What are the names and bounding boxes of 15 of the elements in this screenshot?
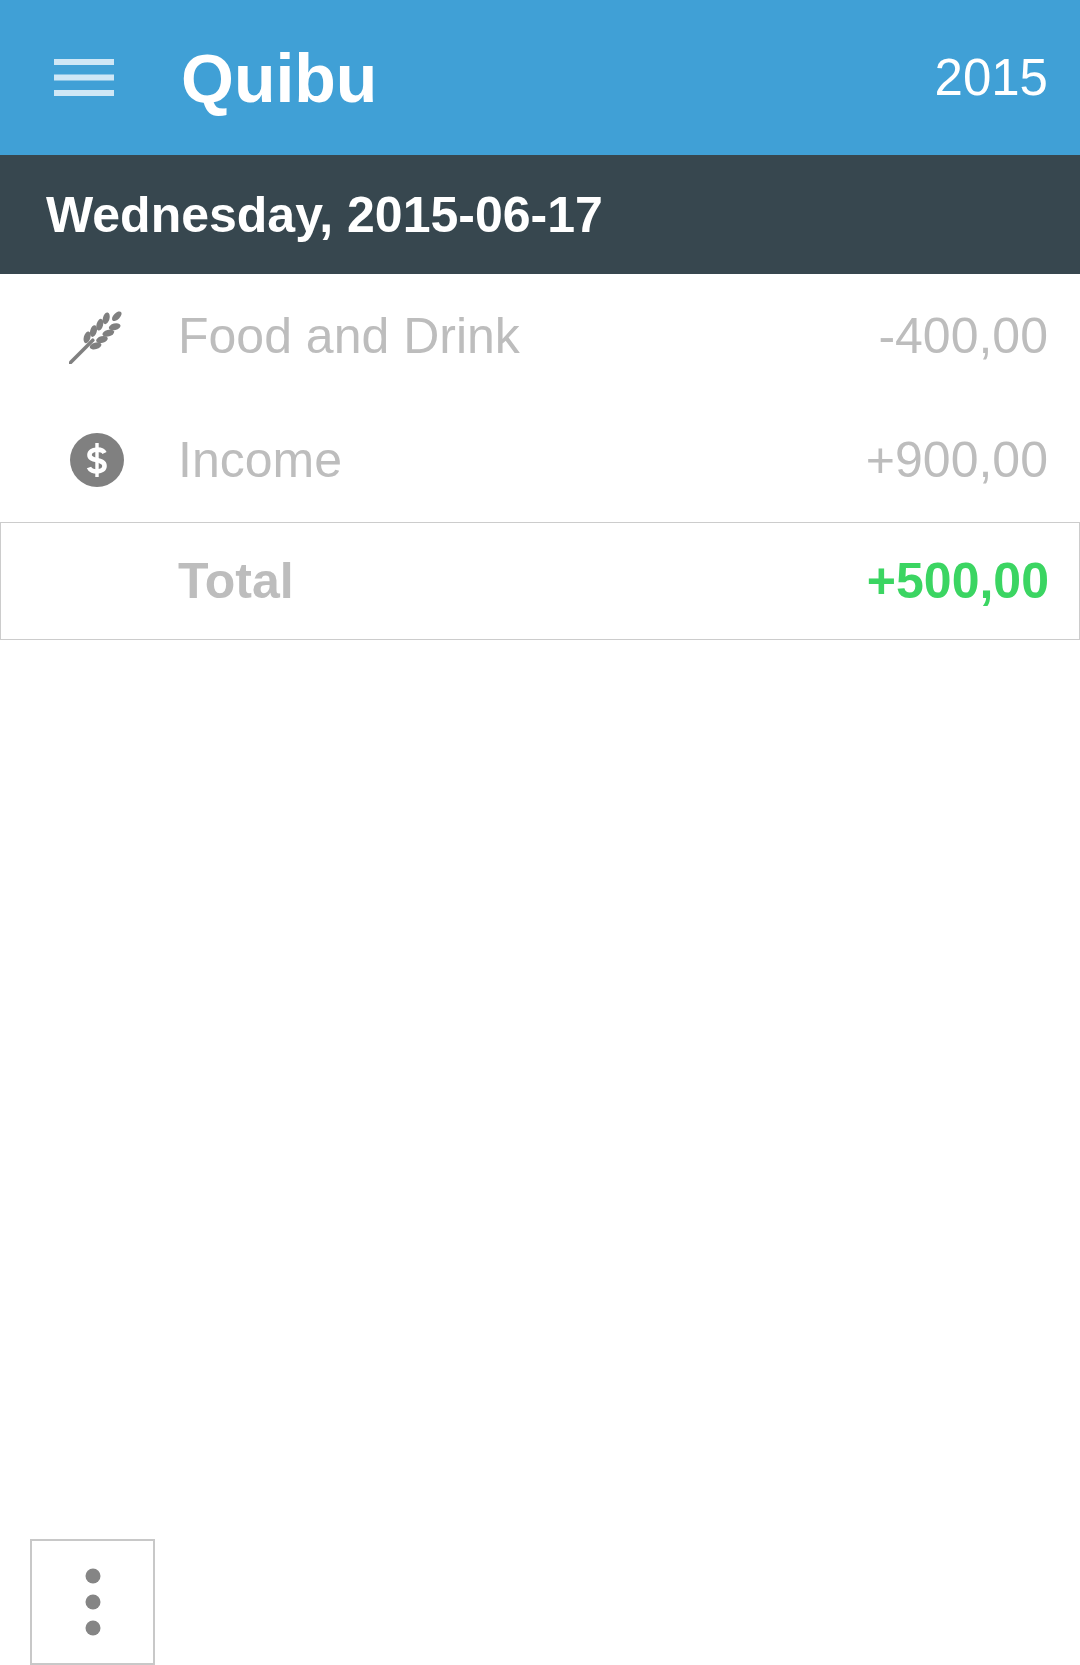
total-label: Total [178, 552, 295, 610]
amount-label: -400,00 [878, 307, 1048, 365]
dollar-coin-icon [69, 432, 125, 488]
more-icon [84, 1568, 101, 1636]
total-amount: +500,00 [866, 552, 1049, 610]
menu-button[interactable] [54, 59, 114, 96]
year-label: 2015 [934, 48, 1048, 107]
menu-icon [54, 59, 114, 96]
date-label: Wednesday, 2015-06-17 [46, 185, 603, 244]
category-label: Income [178, 431, 343, 489]
amount-label: +900,00 [865, 431, 1048, 489]
more-options-button[interactable] [30, 1539, 155, 1665]
wheat-icon [69, 308, 125, 364]
category-label: Food and Drink [178, 307, 521, 365]
app-title: Quibu [181, 38, 379, 117]
